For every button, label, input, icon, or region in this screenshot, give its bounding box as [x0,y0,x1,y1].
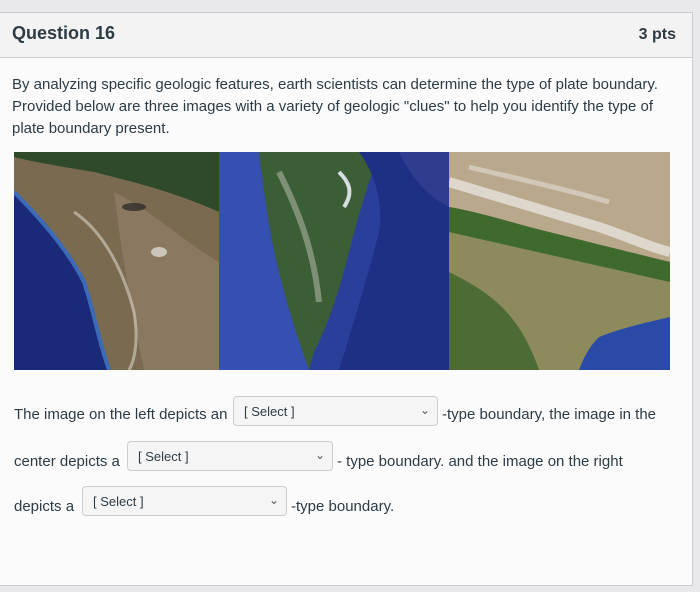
sentence-part-1: The image on the left depicts an [14,406,228,423]
sentence-part-5: depicts a [14,498,75,515]
sentence-part-4: - type boundary. and the image on the ri… [337,453,623,470]
select-left-boundary[interactable]: [ Select ] ⌄ [233,396,438,426]
image-center-rift [219,152,449,370]
chevron-down-icon: ⌄ [419,403,430,417]
satellite-images [14,152,670,370]
sentence-part-2: -type boundary, the image in the [442,406,657,423]
select-right-boundary[interactable]: [ Select ] ⌄ [82,486,287,516]
chevron-down-icon: ⌄ [268,493,279,507]
image-left-south-america [14,152,219,370]
question-points: 3 pts [638,26,676,43]
question-title: Question 16 [12,23,116,43]
select-right-label: [ Select ] [93,494,144,509]
select-left-label: [ Select ] [244,404,295,419]
chevron-down-icon: ⌄ [314,448,325,462]
select-center-boundary[interactable]: [ Select ] ⌄ [127,441,333,471]
image-right-himalaya [449,152,670,370]
select-center-label: [ Select ] [138,449,189,464]
question-prompt: By analyzing specific geologic features,… [12,76,658,137]
sentence-part-3: center depicts a [14,453,120,470]
sentence-part-6: -type boundary. [291,498,395,515]
question-header: Question 16 3 pts [0,13,692,58]
